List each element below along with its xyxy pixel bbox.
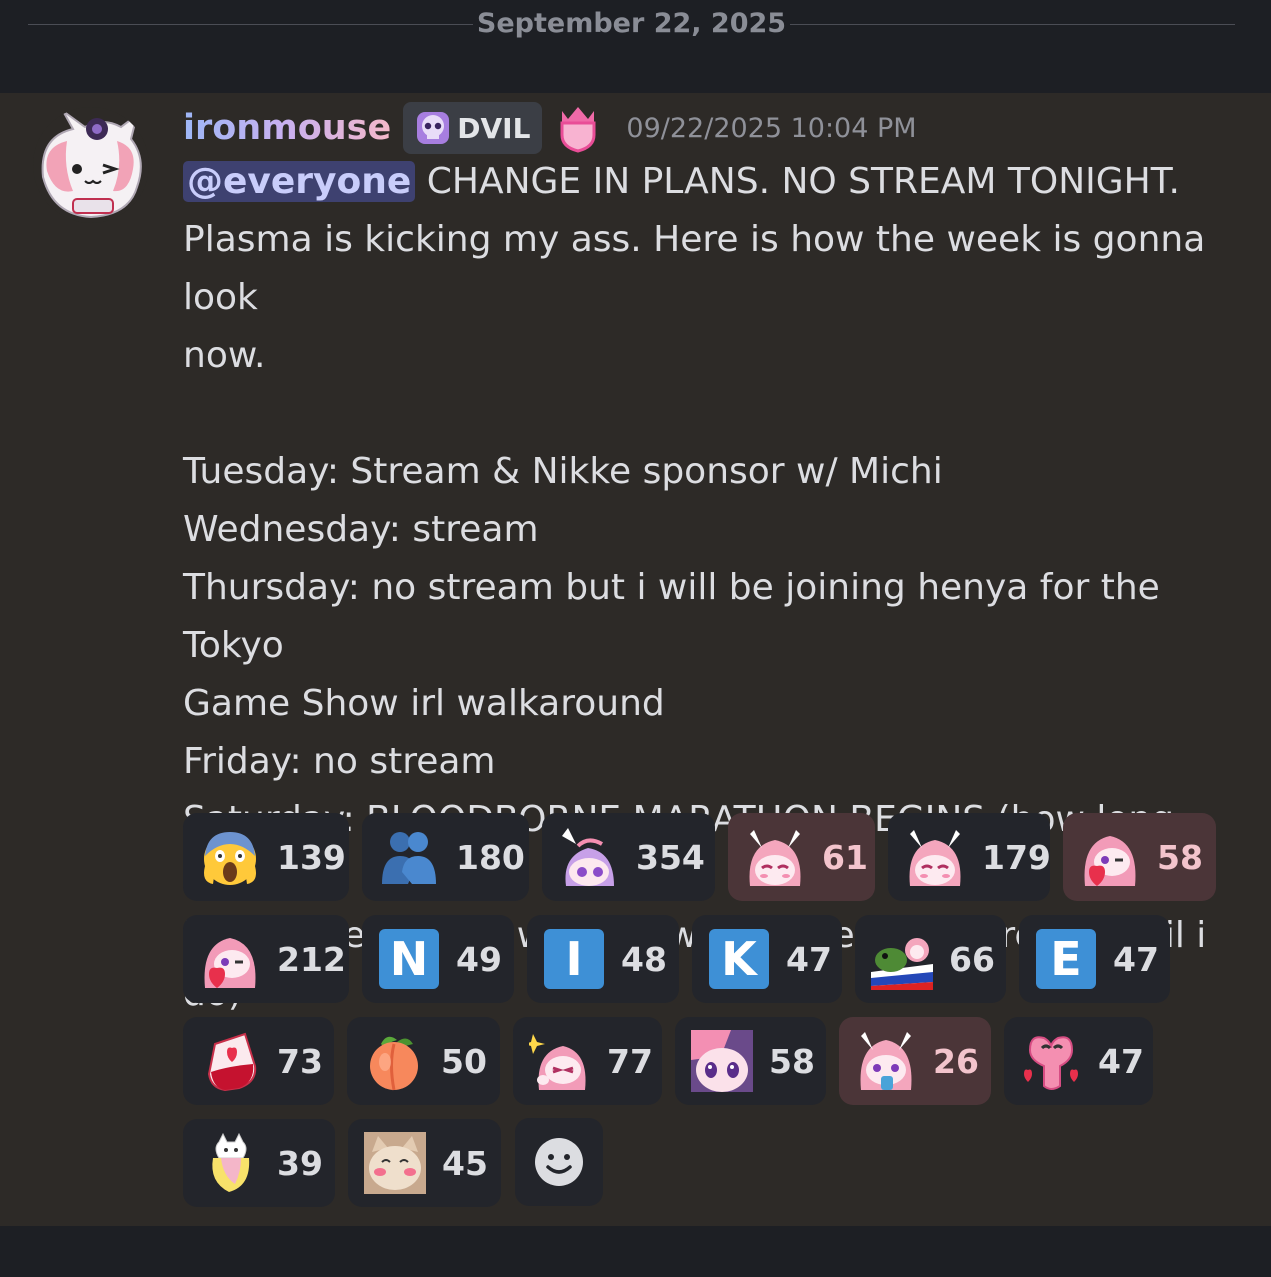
timestamp: 09/22/2025 10:04 PM: [626, 112, 917, 144]
divider-line-left: [28, 24, 473, 25]
divider-date: September 22, 2025: [476, 8, 787, 39]
reaction-count: 48: [621, 939, 667, 979]
reaction-count: 50: [441, 1041, 487, 1081]
purple-hair-emoji: [691, 1030, 753, 1092]
reaction-count: 49: [456, 939, 502, 979]
mouse-blush-emoji: [744, 826, 806, 888]
people-hugging-emoji: [378, 826, 440, 888]
reaction-count: 77: [607, 1041, 653, 1081]
frog-flag-emoji: [871, 928, 933, 990]
reaction-button[interactable]: 179: [888, 813, 1051, 901]
crown-shield-icon[interactable]: [556, 103, 600, 153]
mouse-blush-emoji: [904, 826, 966, 888]
reaction-button[interactable]: 212: [183, 915, 349, 1003]
letter-k-emoji: K: [708, 928, 770, 990]
content-line-3: now.: [183, 335, 266, 376]
reaction-count: 66: [949, 939, 995, 979]
date-divider: September 22, 2025: [0, 0, 1271, 93]
schedule-line: Game Show irl walkaround: [183, 683, 665, 724]
server-tag-label: DVIL: [457, 111, 531, 145]
letter-n-emoji: N: [378, 928, 440, 990]
reaction-button[interactable]: 73: [183, 1017, 334, 1105]
reaction-button[interactable]: 26: [839, 1017, 991, 1105]
reaction-count: 354: [636, 837, 705, 877]
reaction-button[interactable]: 180: [362, 813, 529, 901]
reaction-button[interactable]: 61: [728, 813, 875, 901]
reaction-count: 26: [933, 1041, 979, 1081]
reaction-button[interactable]: 354: [542, 813, 715, 901]
announcement-text: CHANGE IN PLANS. NO STREAM TONIGHT.: [415, 161, 1180, 202]
message-header: ironmouse DVIL 09/22/2025 10:04 PM: [183, 100, 917, 156]
reaction-count: 212: [277, 939, 346, 979]
reaction-count: 58: [1157, 837, 1203, 877]
reaction-button[interactable]: 58: [1063, 813, 1216, 901]
reaction-count: 180: [456, 837, 525, 877]
reaction-count: 58: [769, 1041, 815, 1081]
schedule-line: Tuesday: Stream & Nikke sponsor w/ Michi: [183, 451, 943, 492]
reaction-button[interactable]: 47: [1004, 1017, 1153, 1105]
server-tag[interactable]: DVIL: [403, 102, 543, 154]
skull-icon: [417, 112, 450, 144]
schedule-line: Wednesday: stream: [183, 509, 539, 550]
avatar[interactable]: [33, 107, 149, 223]
reaction-count: 39: [277, 1143, 323, 1183]
content-line-1: @everyone CHANGE IN PLANS. NO STREAM TON…: [183, 153, 1243, 211]
reaction-count: 47: [786, 939, 832, 979]
reaction-button[interactable]: 50: [347, 1017, 500, 1105]
reaction-button[interactable]: K 47: [692, 915, 842, 1003]
reaction-button[interactable]: 45: [348, 1119, 501, 1207]
reaction-count: 47: [1113, 939, 1159, 979]
letter-i-emoji: I: [543, 928, 605, 990]
reaction-button[interactable]: 77: [513, 1017, 662, 1105]
mouse-sparkle-emoji: [529, 1030, 591, 1092]
reaction-button[interactable]: N 49: [362, 915, 514, 1003]
blood-bag-emoji: [199, 1030, 261, 1092]
reaction-button[interactable]: E 47: [1019, 915, 1170, 1003]
letter-e-emoji: E: [1035, 928, 1097, 990]
reaction-count: 179: [982, 837, 1051, 877]
mouse-peek-emoji: [558, 826, 620, 888]
mouse-drink-emoji: [855, 1030, 917, 1092]
banana-cat-emoji: [199, 1132, 261, 1194]
reaction-count: 47: [1098, 1041, 1144, 1081]
reaction-count: 61: [822, 837, 868, 877]
schedule-line: Thursday: no stream but i will be joinin…: [183, 567, 1160, 666]
divider-line-right: [790, 24, 1235, 25]
reaction-button[interactable]: 66: [855, 915, 1006, 1003]
reaction-count: 73: [277, 1041, 323, 1081]
reaction-count: 45: [442, 1143, 488, 1183]
schedule-line: Friday: no stream: [183, 741, 496, 782]
mouse-heart-emoji: [199, 928, 261, 990]
reaction-button[interactable]: I 48: [527, 915, 679, 1003]
reaction-button[interactable]: 58: [675, 1017, 826, 1105]
everyone-mention[interactable]: @everyone: [183, 161, 416, 202]
pink-heart-creature-emoji: [1020, 1030, 1082, 1092]
reaction-count: 139: [277, 837, 346, 877]
scream-emoji: [199, 826, 261, 888]
bottom-bar: [0, 1226, 1271, 1277]
reaction-button[interactable]: 39: [183, 1119, 335, 1207]
peach-emoji: [363, 1030, 425, 1092]
add-reaction-smile-icon: [535, 1138, 583, 1186]
content-line-2: Plasma is kicking my ass. Here is how th…: [183, 219, 1206, 318]
cat-blush-emoji: [364, 1132, 426, 1194]
mouse-heart-emoji: [1079, 826, 1141, 888]
reaction-button[interactable]: 139: [183, 813, 349, 901]
username[interactable]: ironmouse: [183, 108, 391, 148]
add-reaction-button[interactable]: [515, 1118, 603, 1206]
